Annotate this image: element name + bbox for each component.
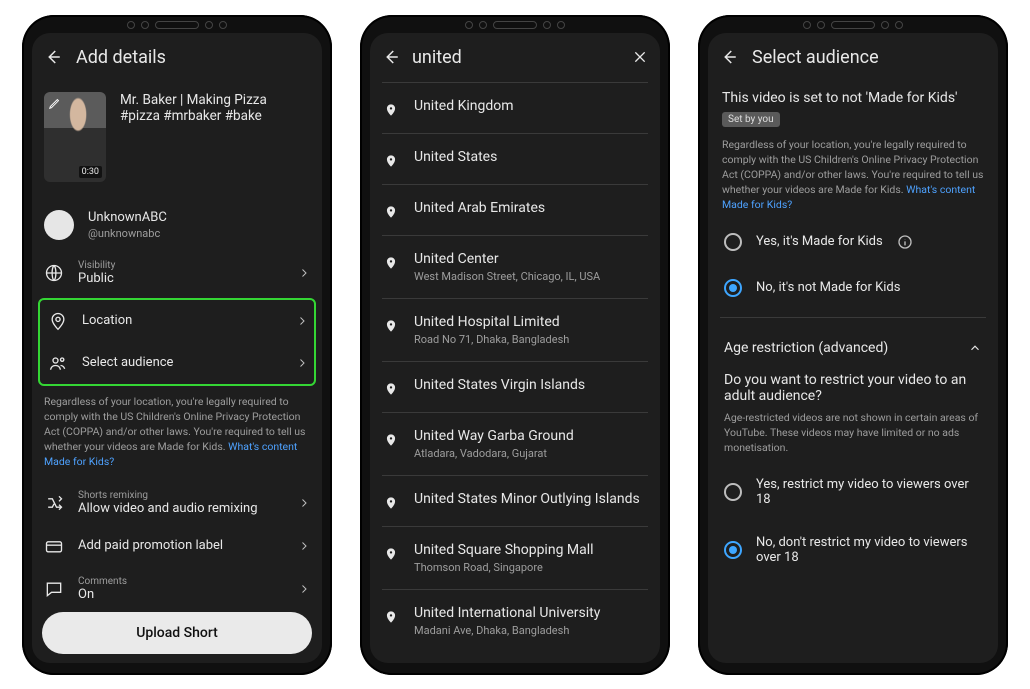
pin-icon bbox=[384, 607, 398, 625]
location-name: United States Minor Outlying Islands bbox=[414, 491, 640, 507]
chevron-right-icon bbox=[298, 540, 310, 552]
pin-icon bbox=[384, 151, 398, 169]
visibility-row[interactable]: Visibility Public bbox=[32, 250, 322, 296]
location-row[interactable]: Location bbox=[40, 300, 314, 342]
paid-promotion-icon bbox=[44, 536, 64, 556]
location-name: United Hospital Limited bbox=[414, 314, 569, 330]
radio-icon-selected bbox=[724, 279, 742, 297]
pin-icon bbox=[384, 316, 398, 334]
location-icon bbox=[48, 311, 68, 331]
paid-promotion-row[interactable]: Add paid promotion label bbox=[32, 526, 322, 566]
age-restriction-note: Age-restricted videos are not shown in c… bbox=[724, 410, 982, 456]
pin-icon bbox=[384, 430, 398, 448]
account-row: UnknownABC @unknownabc bbox=[32, 200, 322, 250]
select-audience-row[interactable]: Select audience bbox=[40, 342, 314, 384]
chevron-up-icon bbox=[968, 341, 982, 355]
upload-short-button[interactable]: Upload Short bbox=[42, 612, 312, 654]
pin-icon bbox=[384, 544, 398, 562]
location-address: Atladara, Vadodara, Gujarat bbox=[414, 447, 574, 460]
pin-icon bbox=[384, 379, 398, 397]
location-address: Road No 71, Dhaka, Bangladesh bbox=[414, 333, 569, 346]
audience-label: Select audience bbox=[82, 355, 282, 370]
caption-area[interactable]: Mr. Baker | Making Pizza #pizza #mrbaker… bbox=[120, 92, 310, 124]
chevron-right-icon bbox=[298, 583, 310, 595]
comments-icon bbox=[44, 579, 64, 599]
radio-icon bbox=[724, 483, 742, 501]
pin-icon bbox=[384, 100, 398, 118]
back-icon[interactable] bbox=[720, 48, 738, 66]
visibility-label: Visibility bbox=[78, 260, 284, 271]
age-restriction-question: Do you want to restrict your video to an… bbox=[724, 372, 982, 404]
comments-value: On bbox=[78, 587, 284, 602]
radio-made-for-kids-no[interactable]: No, it's not Made for Kids bbox=[722, 265, 984, 311]
account-name: UnknownABC bbox=[88, 210, 310, 225]
chevron-right-icon bbox=[296, 357, 308, 369]
radio-icon-selected bbox=[724, 541, 742, 559]
caption-line2: #pizza #mrbaker #bake bbox=[120, 108, 310, 124]
account-handle: @unknownabc bbox=[88, 227, 310, 240]
location-result[interactable]: United Center West Madison Street, Chicag… bbox=[370, 236, 660, 298]
location-result[interactable]: United Square Shopping Mall Thomson Road,… bbox=[370, 527, 660, 589]
pin-icon bbox=[384, 253, 398, 271]
location-address: Madani Ave, Dhaka, Bangladesh bbox=[414, 624, 600, 637]
location-label: Location bbox=[82, 313, 282, 328]
location-name: United Center bbox=[414, 251, 600, 267]
location-name: United States Virgin Islands bbox=[414, 377, 585, 393]
video-duration: 0:30 bbox=[79, 166, 102, 178]
location-name: United States bbox=[414, 149, 497, 165]
caption-line1: Mr. Baker | Making Pizza bbox=[120, 92, 310, 108]
radio-age-restrict-yes[interactable]: Yes, restrict my video to viewers over 1… bbox=[722, 463, 984, 521]
location-name: United Arab Emirates bbox=[414, 200, 545, 216]
paid-label: Add paid promotion label bbox=[78, 538, 284, 553]
remixing-row[interactable]: Shorts remixing Allow video and audio re… bbox=[32, 480, 322, 526]
legal-disclaimer: Regardless of your location, you're lega… bbox=[32, 388, 322, 480]
location-name: United Square Shopping Mall bbox=[414, 542, 594, 558]
remix-label: Shorts remixing bbox=[78, 490, 284, 501]
radio-made-for-kids-yes[interactable]: Yes, it's Made for Kids bbox=[722, 219, 984, 265]
audience-status: This video is set to not 'Made for Kids' bbox=[722, 90, 984, 106]
location-result[interactable]: United Kingdom bbox=[370, 83, 660, 133]
video-thumbnail[interactable]: 0:30 bbox=[44, 92, 106, 182]
location-name: United International University bbox=[414, 605, 600, 621]
location-result[interactable]: United States Minor Outlying Islands bbox=[370, 476, 660, 526]
pin-icon bbox=[384, 493, 398, 511]
location-result[interactable]: United Way Garba Ground Atladara, Vadodar… bbox=[370, 413, 660, 475]
age-restriction-section[interactable]: Age restriction (advanced) bbox=[722, 324, 984, 366]
location-result[interactable]: United Arab Emirates bbox=[370, 185, 660, 235]
pin-icon bbox=[384, 202, 398, 220]
visibility-value: Public bbox=[78, 271, 284, 286]
radio-age-restrict-no[interactable]: No, don't restrict my video to viewers o… bbox=[722, 521, 984, 579]
set-by-chip: Set by you bbox=[722, 112, 780, 127]
location-name: United Way Garba Ground bbox=[414, 428, 574, 444]
remix-value: Allow video and audio remixing bbox=[78, 501, 284, 516]
location-address: Thomson Road, Singapore bbox=[414, 561, 594, 574]
chevron-right-icon bbox=[296, 315, 308, 327]
location-result[interactable]: United States bbox=[370, 134, 660, 184]
back-icon[interactable] bbox=[44, 48, 62, 66]
audience-icon bbox=[48, 353, 68, 373]
comments-label: Comments bbox=[78, 576, 284, 587]
chevron-right-icon bbox=[298, 497, 310, 509]
location-name: United Kingdom bbox=[414, 98, 514, 114]
chevron-right-icon bbox=[298, 267, 310, 279]
location-result[interactable]: United States Virgin Islands bbox=[370, 362, 660, 412]
comments-row[interactable]: Comments On bbox=[32, 566, 322, 612]
info-icon[interactable] bbox=[897, 234, 913, 250]
location-result[interactable]: United International University Madani Av… bbox=[370, 590, 660, 652]
legal-disclaimer: Regardless of your location, you're lega… bbox=[722, 127, 984, 219]
radio-icon bbox=[724, 233, 742, 251]
highlighted-section: Location Select audience bbox=[38, 298, 316, 386]
visibility-icon bbox=[44, 263, 64, 283]
page-title: Select audience bbox=[752, 47, 879, 68]
edit-thumbnail-icon[interactable] bbox=[48, 96, 62, 110]
remixing-icon bbox=[44, 493, 64, 513]
location-result[interactable]: United Hospital Limited Road No 71, Dhaka… bbox=[370, 299, 660, 361]
back-icon[interactable] bbox=[382, 48, 400, 66]
location-address: West Madison Street, Chicago, IL, USA bbox=[414, 270, 600, 283]
clear-search-icon[interactable] bbox=[632, 49, 648, 65]
avatar bbox=[44, 210, 74, 240]
page-title: Add details bbox=[76, 47, 166, 68]
search-input[interactable]: united bbox=[412, 47, 620, 68]
